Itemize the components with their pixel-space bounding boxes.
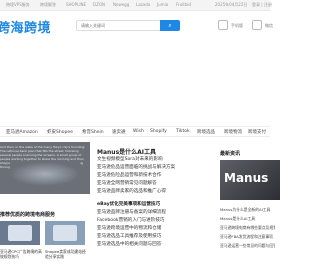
top-link[interactable]: Jumia <box>157 2 168 7</box>
article-preview-image <box>10 162 80 186</box>
list-item[interactable]: 文生视频模型Sora对未来的影响 <box>97 156 217 164</box>
thumbnail-image <box>53 225 77 241</box>
sidebar-list: Manus为什么是全新的AI工具 Manus是什么AI工具 亚马逊跨境电商有哪些… <box>220 205 275 250</box>
wechat-icon[interactable] <box>252 20 262 30</box>
thumbnail[interactable] <box>0 221 40 245</box>
thumbnail[interactable] <box>45 221 85 245</box>
main-nav: 亚马逊Amazon 虾皮Shopee 希音Shein 速卖通 Wish Shop… <box>0 126 270 137</box>
list-item[interactable]: 亚马逊品牌注册与备案的详细流程 <box>97 209 217 217</box>
sidebar-feature-image[interactable]: Manus <box>220 160 280 200</box>
sidebar-image-text: Manus <box>224 171 269 185</box>
article-preview[interactable]: And then, in the wake of the many Tokyo … <box>0 142 90 194</box>
top-link[interactable]: Fruitbid <box>176 2 191 7</box>
top-link[interactable]: Newegg <box>113 2 129 7</box>
sidebar-item[interactable]: 亚马逊跨境电商有哪些要点及规划 <box>220 223 275 232</box>
sidebar-item[interactable]: 亚马逊FBA发货流程和注意事项 <box>220 232 275 241</box>
top-link[interactable]: SHOPLINE <box>66 2 86 7</box>
top-bar: 跨境VPS服务 跨境解答 SHOPLINE DZON Newegg Lazada… <box>0 0 272 11</box>
nav-item[interactable]: Shopify <box>150 129 167 134</box>
site-logo[interactable]: 跨海跨境 <box>0 17 51 36</box>
featured-title[interactable]: Manus是什么AI工具 <box>97 147 156 156</box>
list-item[interactable]: Facebook营销的入门与进阶技巧 <box>97 217 217 225</box>
nav-item[interactable]: 希音Shein <box>82 129 104 135</box>
mobile-label[interactable]: 手机版 <box>231 23 243 29</box>
nav-item[interactable]: 速卖通 <box>112 129 126 135</box>
list-item[interactable]: 亚马逊危品运营面临的挑战与解决方案 <box>97 164 217 172</box>
nav-item[interactable]: Wish <box>133 129 144 134</box>
nav-item[interactable]: 跨境支付 <box>248 129 266 135</box>
search-icon[interactable]: ⌕ <box>160 20 180 31</box>
list-item[interactable]: 亚马逊全网营销常见问题解答 <box>97 180 217 188</box>
nav-item[interactable]: 亚马逊Amazon <box>6 129 38 135</box>
header: 跨海跨境 ⌕ 手机版 微信 <box>0 11 273 41</box>
thumbnail-caption[interactable]: Shopee卖家成功建站经验分享实践 <box>45 249 89 259</box>
sidebar-heading: 最新资讯 <box>220 151 241 157</box>
nav-item[interactable]: 跨境物流 <box>224 129 242 135</box>
list-item[interactable]: 亚马逊选品中的相关问题与回答 <box>97 241 217 249</box>
top-link[interactable]: Lazada <box>136 2 150 7</box>
search-input[interactable] <box>76 20 161 31</box>
list-item[interactable]: 亚马逊跨境运营中的物流和仓储 <box>97 225 217 233</box>
sidebar-item[interactable]: Manus是什么AI工具 <box>220 214 275 223</box>
list-item[interactable]: 亚马逊选品工具推荐及使用技巧 <box>97 233 217 241</box>
login-link[interactable]: 登录 | 注册 <box>252 2 272 8</box>
nav-item[interactable]: Tiktok <box>176 129 190 134</box>
thumbnail-caption[interactable]: 亚马逊CPC广告跨境的高效规划技巧 <box>0 249 44 259</box>
sidebar-item[interactable]: 亚马逊运营一些常见的问题与回答 <box>220 241 275 250</box>
featured-list: 文生视频模型Sora对未来的影响 亚马逊危品运营面临的挑战与解决方案 亚马逊危险… <box>97 156 217 196</box>
top-link[interactable]: 跨境解答 <box>40 2 56 8</box>
list-item[interactable]: 亚马逊品牌卖家的选品和推广心得 <box>97 188 217 196</box>
ebay-list: eBay优化完美事项和运营技巧 亚马逊品牌注册与备案的详细流程 Facebook… <box>97 201 217 249</box>
top-link[interactable]: 跨境VPS服务 <box>6 2 30 8</box>
date-text: 2025年04月22日 <box>215 2 248 7</box>
left-section-heading: 推荐优质的跨境电商服务 <box>0 212 56 218</box>
nav-item[interactable]: 虾皮Shopee <box>47 129 73 135</box>
ebay-title[interactable]: eBay优化完美事项和运营技巧 <box>97 201 217 209</box>
nav-item[interactable]: 跨境选品 <box>197 129 215 135</box>
thumbnail-image <box>8 225 32 241</box>
list-item[interactable]: 亚马逊危险品运营和新技术合作 <box>97 172 217 180</box>
mobile-icon[interactable] <box>218 20 228 30</box>
top-link[interactable]: DZON <box>93 2 105 7</box>
wechat-label[interactable]: 微信 <box>265 23 273 29</box>
sidebar-item[interactable]: Manus为什么是全新的AI工具 <box>220 205 275 214</box>
